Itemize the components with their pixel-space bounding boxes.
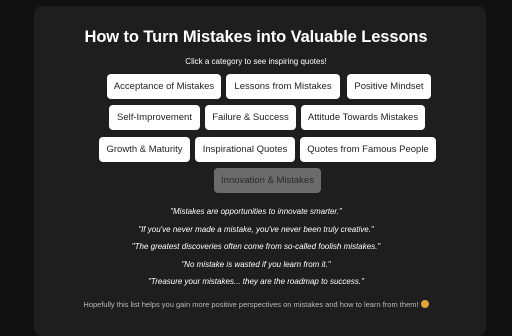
category-button-acceptance[interactable]: Acceptance of Mistakes xyxy=(107,74,221,99)
category-button-attitude[interactable]: Attitude Towards Mistakes xyxy=(301,105,425,130)
quote-item: "No mistake is wasted if you learn from … xyxy=(181,260,331,269)
category-button-innovation[interactable]: Innovation & Mistakes xyxy=(214,168,321,193)
category-button-famous-people[interactable]: Quotes from Famous People xyxy=(300,137,436,162)
category-button-lessons[interactable]: Lessons from Mistakes xyxy=(226,74,340,99)
quote-item: "Mistakes are opportunities to innovate … xyxy=(170,207,342,216)
footer-note: Hopefully this list helps you gain more … xyxy=(0,300,512,309)
category-button-inspirational[interactable]: Inspirational Quotes xyxy=(195,137,295,162)
category-button-self-improvement[interactable]: Self-Improvement xyxy=(109,105,200,130)
category-button-failure-success[interactable]: Failure & Success xyxy=(205,105,296,130)
smile-emoji-icon xyxy=(420,300,429,308)
quote-item: "The greatest discoveries often come fro… xyxy=(131,242,381,251)
quote-item: "If you've never made a mistake, you've … xyxy=(138,225,374,234)
page-subtitle: Click a category to see inspiring quotes… xyxy=(185,57,327,66)
category-button-growth[interactable]: Growth & Maturity xyxy=(99,137,190,162)
quote-item: "Treasure your mistakes... they are the … xyxy=(148,277,364,286)
footer-text: Hopefully this list helps you gain more … xyxy=(83,300,419,309)
page-title: How to Turn Mistakes into Valuable Lesso… xyxy=(84,28,428,46)
category-button-positive-mindset[interactable]: Positive Mindset xyxy=(347,74,431,99)
